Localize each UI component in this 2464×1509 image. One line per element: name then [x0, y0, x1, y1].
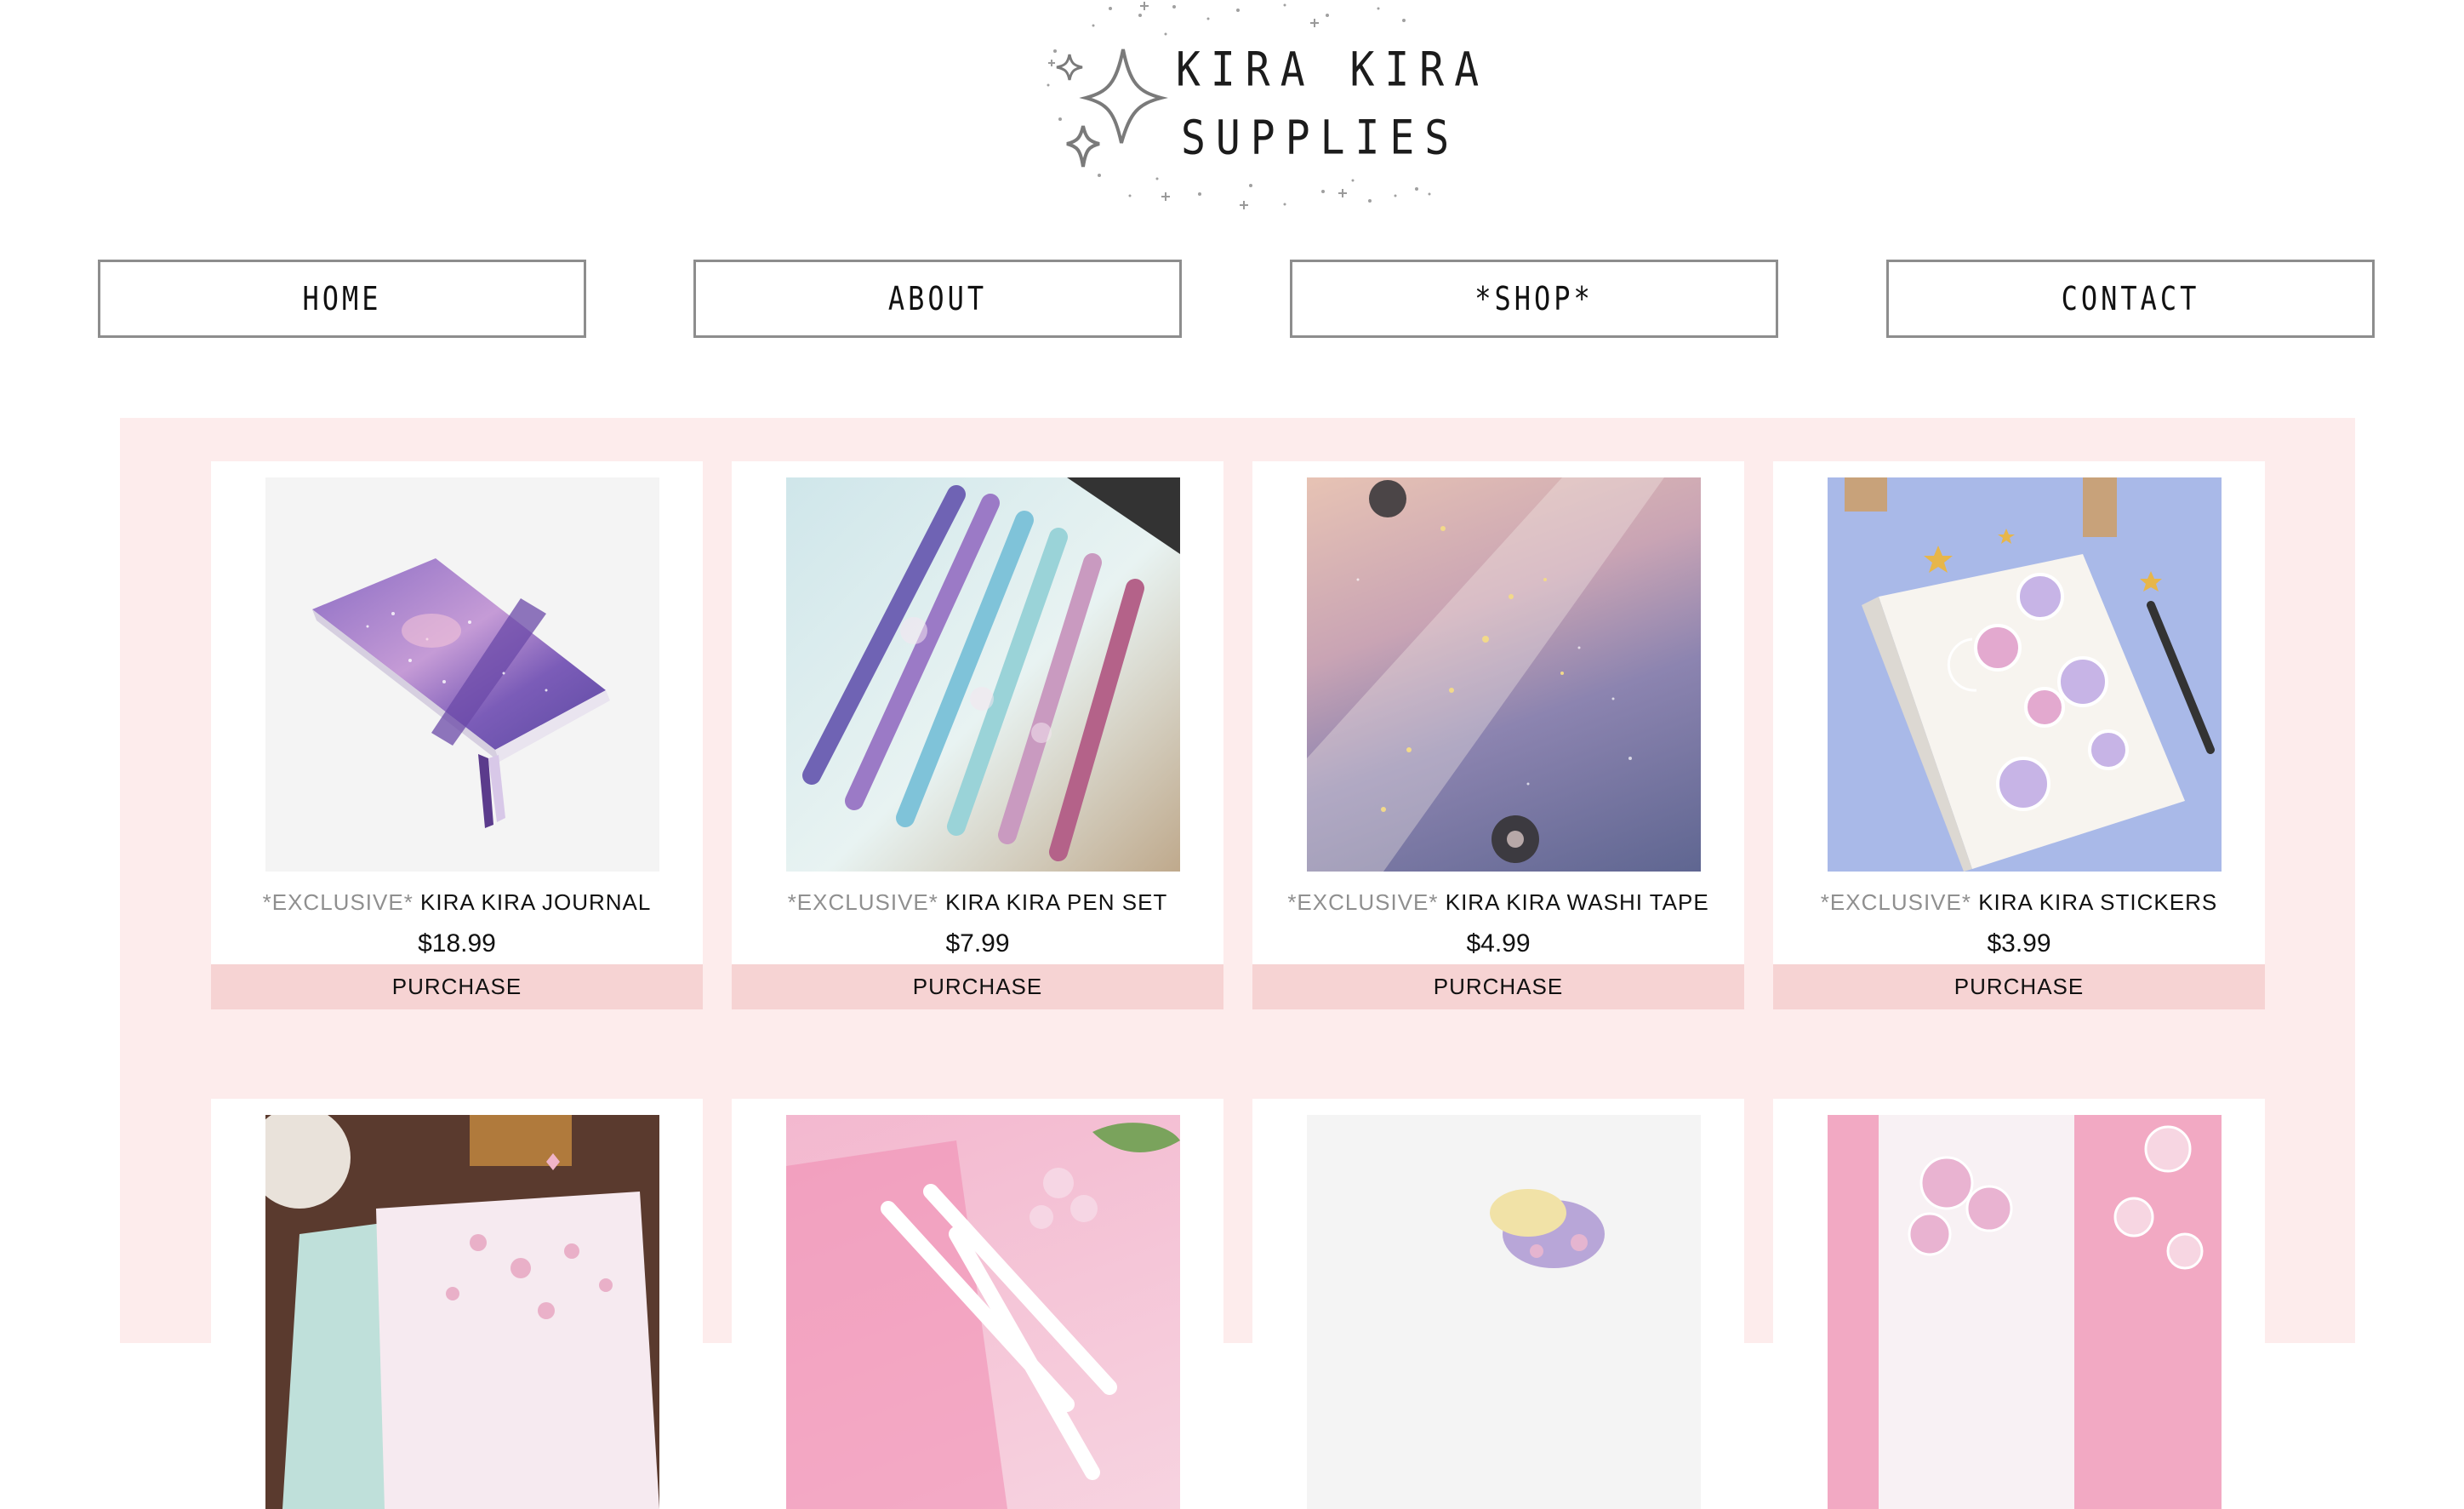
- product-card: [1773, 1099, 2265, 1509]
- product-image-journal[interactable]: [265, 477, 659, 872]
- product-image-washi-tape[interactable]: [1307, 477, 1701, 872]
- product-name[interactable]: KIRA KIRA JOURNAL: [420, 889, 651, 915]
- product-card: *EXCLUSIVE* KIRA KIRA PEN SET $7.99 PURC…: [732, 461, 1223, 1009]
- nav-contact-button[interactable]: CONTACT: [1886, 260, 2375, 338]
- product-image-pink-pens[interactable]: [786, 1115, 1180, 1509]
- nav-shop-label: *SHOP*: [1474, 279, 1594, 318]
- product-card: *EXCLUSIVE* KIRA KIRA WASHI TAPE $4.99 P…: [1252, 461, 1744, 1009]
- product-card: [1252, 1099, 1744, 1509]
- product-title: *EXCLUSIVE* KIRA KIRA PEN SET: [732, 889, 1223, 916]
- exclusive-tag: *EXCLUSIVE*: [1820, 889, 1971, 915]
- nav-shop-button[interactable]: *SHOP*: [1290, 260, 1778, 338]
- product-name[interactable]: KIRA KIRA STICKERS: [1978, 889, 2217, 915]
- nav-home-button[interactable]: HOME: [98, 260, 586, 338]
- product-title: *EXCLUSIVE* KIRA KIRA STICKERS: [1773, 889, 2265, 916]
- nav-home-label: HOME: [302, 279, 382, 318]
- sparkle-stars-icon: [1047, 2, 1431, 209]
- exclusive-tag: *EXCLUSIVE*: [1287, 889, 1439, 915]
- product-image-cherry-blossom-notebooks[interactable]: [265, 1115, 659, 1509]
- product-image-pen-set[interactable]: [786, 477, 1180, 872]
- product-card: [211, 1099, 703, 1509]
- purchase-button[interactable]: PURCHASE: [1773, 964, 2265, 1009]
- purchase-button[interactable]: PURCHASE: [211, 964, 703, 1009]
- nav-about-label: ABOUT: [887, 279, 988, 318]
- nav-about-button[interactable]: ABOUT: [693, 260, 1182, 338]
- logo-title-line1: KIRA KIRA: [1176, 42, 1490, 98]
- exclusive-tag: *EXCLUSIVE*: [262, 889, 414, 915]
- product-price: $18.99: [418, 929, 496, 957]
- product-card: *EXCLUSIVE* KIRA KIRA STICKERS $3.99 PUR…: [1773, 461, 2265, 1009]
- logo-title-line2: SUPPLIES: [1181, 110, 1460, 166]
- site-logo[interactable]: KIRA KIRA SUPPLIES: [1030, 0, 1479, 213]
- product-price: $4.99: [1466, 929, 1531, 957]
- exclusive-tag: *EXCLUSIVE*: [787, 889, 938, 915]
- product-card: *EXCLUSIVE* KIRA KIRA JOURNAL $18.99 PUR…: [211, 461, 703, 1009]
- product-title: *EXCLUSIVE* KIRA KIRA JOURNAL: [211, 889, 703, 916]
- purchase-button[interactable]: PURCHASE: [1252, 964, 1744, 1009]
- product-image-floral-washi-tape[interactable]: [1307, 1115, 1701, 1509]
- purchase-button[interactable]: PURCHASE: [732, 964, 1223, 1009]
- product-image-sakura-stickers[interactable]: [1828, 1115, 2222, 1509]
- product-card: [732, 1099, 1223, 1509]
- product-title: *EXCLUSIVE* KIRA KIRA WASHI TAPE: [1252, 889, 1744, 916]
- product-price: $7.99: [945, 929, 1010, 957]
- nav-contact-label: CONTACT: [2061, 279, 2200, 318]
- product-image-stickers[interactable]: [1828, 477, 2222, 872]
- product-name[interactable]: KIRA KIRA WASHI TAPE: [1446, 889, 1709, 915]
- product-name[interactable]: KIRA KIRA PEN SET: [945, 889, 1167, 915]
- product-price: $3.99: [1987, 929, 2051, 957]
- shop-section: *EXCLUSIVE* KIRA KIRA JOURNAL $18.99 PUR…: [120, 418, 2355, 1509]
